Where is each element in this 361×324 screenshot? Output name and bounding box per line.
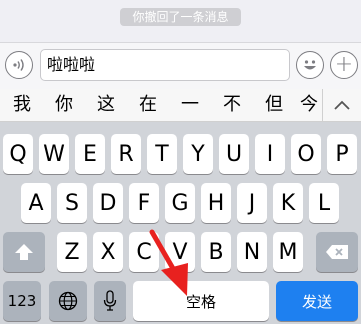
key-r[interactable]: R — [111, 134, 141, 174]
key-z[interactable]: Z — [57, 232, 87, 272]
key-u[interactable]: U — [219, 134, 249, 174]
candidate-item[interactable]: 但 — [262, 89, 286, 121]
smiley-icon — [304, 60, 316, 70]
key-m[interactable]: M — [273, 232, 303, 272]
globe-key[interactable] — [49, 281, 87, 321]
keyboard: Q W E R T Y U I O P A S D F G H J K L Z … — [0, 122, 361, 324]
message-input[interactable]: 啦啦啦 — [40, 49, 290, 81]
microphone-icon — [103, 290, 117, 311]
candidate-item[interactable]: 一 — [178, 89, 202, 121]
key-v[interactable]: V — [165, 232, 195, 272]
chat-area: 你撤回了一条消息 — [0, 0, 361, 42]
key-p[interactable]: P — [327, 134, 357, 174]
key-t[interactable]: T — [147, 134, 177, 174]
key-j[interactable]: J — [237, 183, 267, 223]
candidate-item[interactable]: 这 — [94, 89, 118, 121]
candidate-item[interactable]: 今 — [300, 89, 322, 121]
key-b[interactable]: B — [201, 232, 231, 272]
key-h[interactable]: H — [201, 183, 231, 223]
send-key[interactable]: 发送 — [276, 281, 358, 321]
key-q[interactable]: Q — [3, 134, 33, 174]
key-c[interactable]: C — [129, 232, 159, 272]
key-o[interactable]: O — [291, 134, 321, 174]
space-key[interactable]: 空格 — [133, 281, 269, 321]
candidate-item[interactable]: 在 — [136, 89, 160, 121]
dictation-key[interactable] — [94, 281, 126, 321]
numbers-key[interactable]: 123 — [3, 281, 41, 321]
key-g[interactable]: G — [165, 183, 195, 223]
input-bar: 啦啦啦 + — [0, 42, 361, 90]
expand-candidates-button[interactable] — [322, 89, 361, 121]
add-more-button[interactable]: + — [330, 51, 358, 79]
emoji-button[interactable] — [296, 51, 324, 79]
recall-notice: 你撤回了一条消息 — [120, 8, 241, 26]
candidate-item[interactable]: 我 — [10, 89, 34, 121]
shift-key[interactable] — [3, 232, 45, 272]
plus-icon: + — [334, 52, 354, 77]
key-d[interactable]: D — [93, 183, 123, 223]
key-y[interactable]: Y — [183, 134, 213, 174]
globe-icon — [58, 291, 78, 311]
candidate-item[interactable]: 你 — [52, 89, 76, 121]
key-s[interactable]: S — [57, 183, 87, 223]
key-a[interactable]: A — [21, 183, 51, 223]
shift-arrow-icon — [15, 244, 33, 260]
voice-wave-icon — [13, 59, 24, 71]
candidate-bar: 我 你 这 在 一 不 但 今 — [0, 89, 361, 122]
backspace-icon — [326, 245, 348, 259]
key-f[interactable]: F — [129, 183, 159, 223]
candidate-item[interactable]: 不 — [220, 89, 244, 121]
key-n[interactable]: N — [237, 232, 267, 272]
chevron-up-icon — [334, 100, 350, 110]
voice-input-button[interactable] — [5, 51, 33, 79]
key-i[interactable]: I — [255, 134, 285, 174]
key-w[interactable]: W — [39, 134, 69, 174]
key-l[interactable]: L — [309, 183, 339, 223]
key-e[interactable]: E — [75, 134, 105, 174]
key-k[interactable]: K — [273, 183, 303, 223]
delete-key[interactable] — [316, 232, 358, 272]
key-x[interactable]: X — [93, 232, 123, 272]
